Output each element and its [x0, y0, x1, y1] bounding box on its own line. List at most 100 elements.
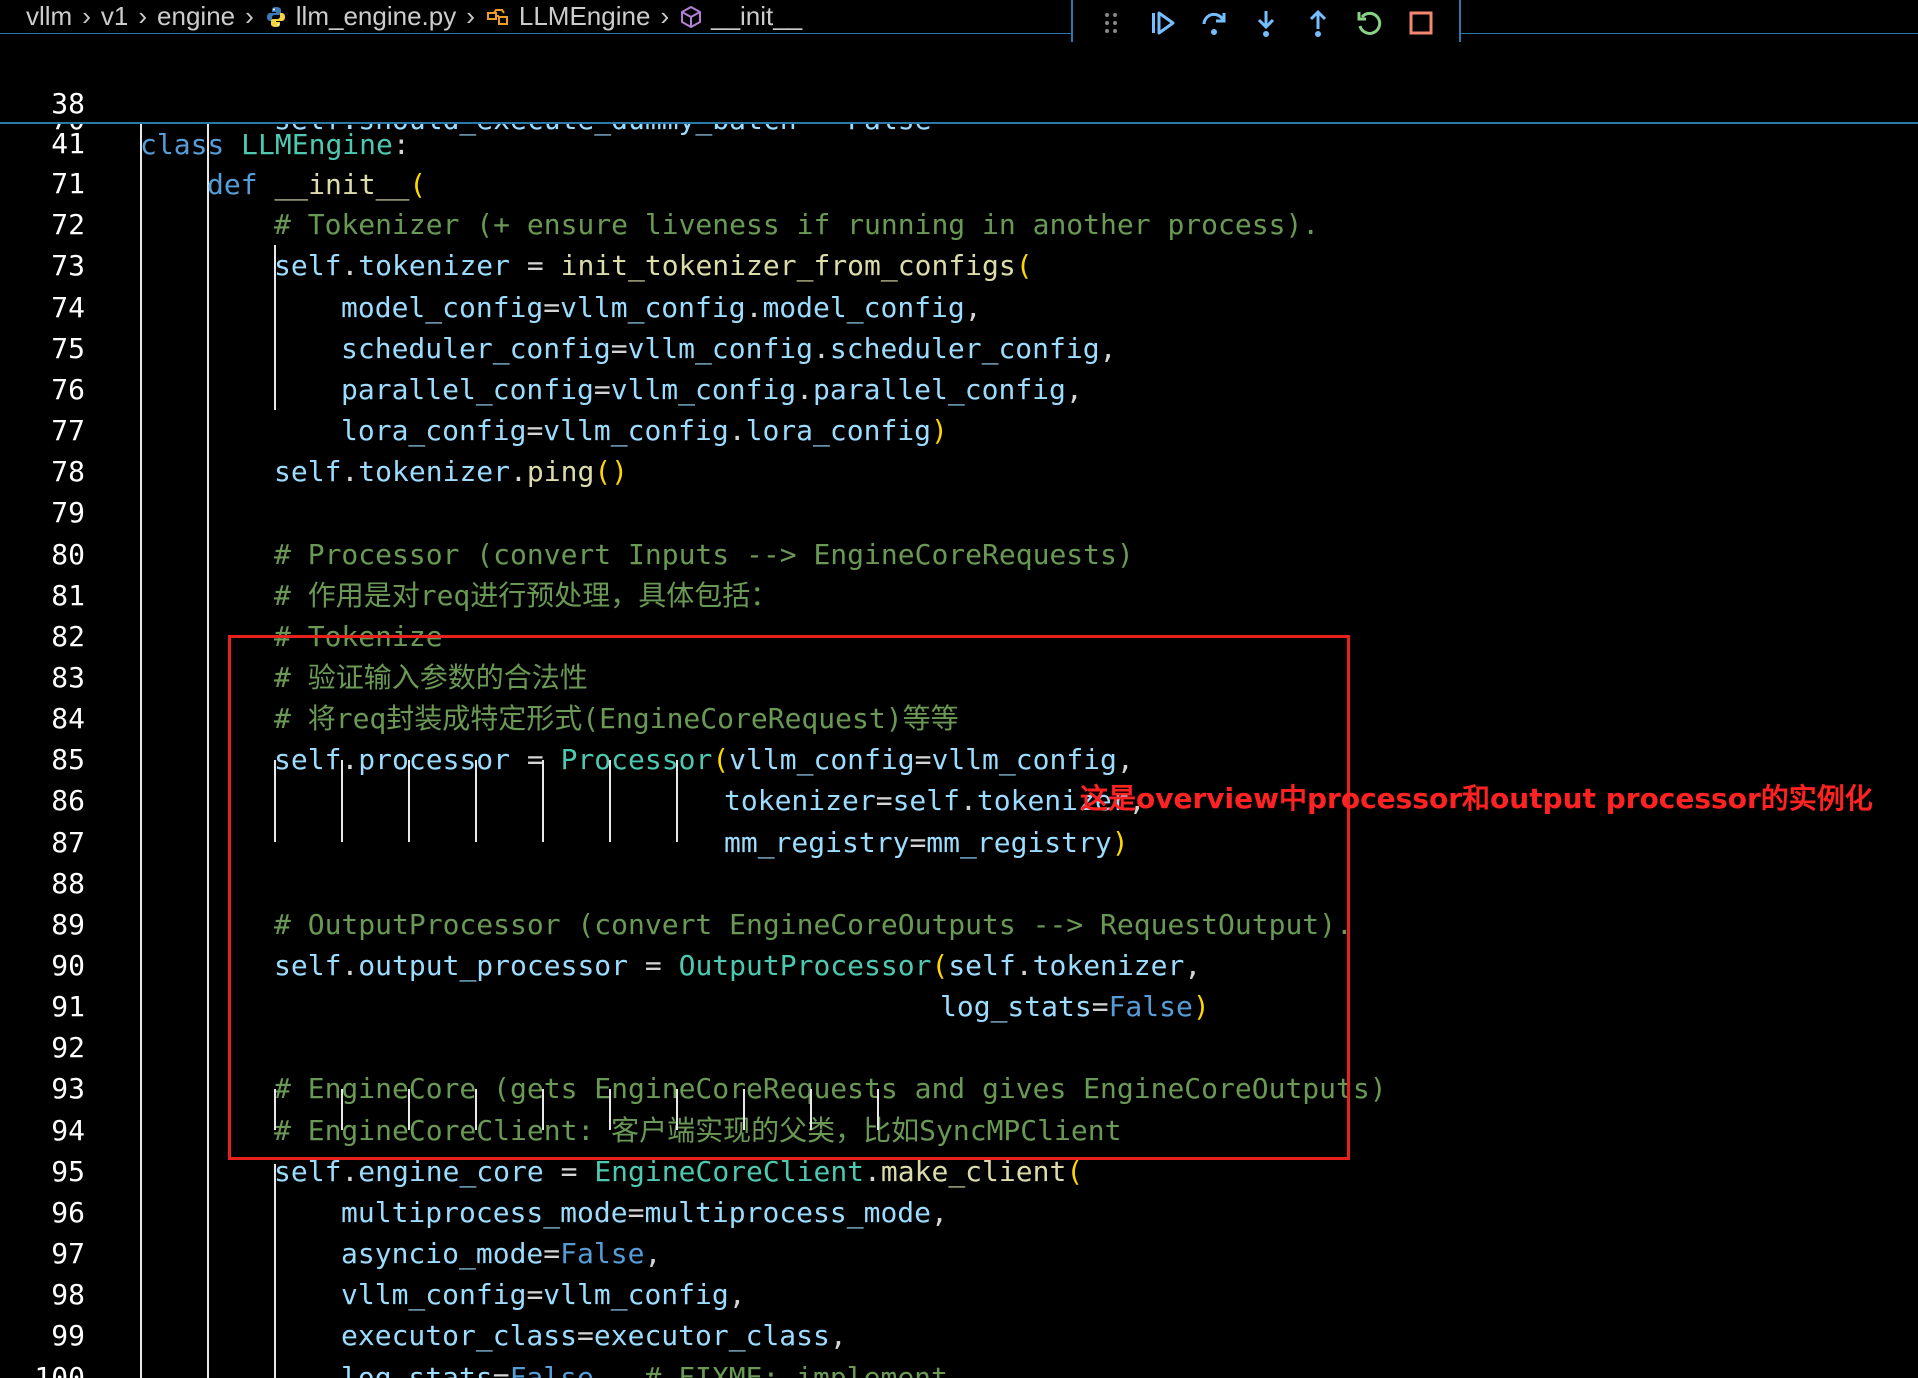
code-line[interactable]: 89 # OutputProcessor (convert EngineCoreO… — [0, 904, 1918, 945]
code-line[interactable]: 78 self.tokenizer.ping() — [0, 451, 1918, 492]
debug-toolbar — [1071, 0, 1461, 48]
code-line[interactable]: 98 vllm_config=vllm_config, — [0, 1274, 1918, 1315]
code-line[interactable]: 85 self.processor = Processor(vllm_config… — [0, 739, 1918, 780]
drag-handle-icon[interactable] — [1094, 6, 1128, 40]
restart-icon[interactable] — [1352, 6, 1386, 40]
code-text: # EngineCoreClient: 客户端实现的父类，比如SyncMPCli… — [274, 1114, 1122, 1147]
line-number: 78 — [51, 455, 85, 488]
code-line[interactable]: 83 # 验证输入参数的合法性 — [0, 657, 1918, 698]
line-number: 80 — [51, 538, 85, 571]
code-text: self.tokenizer.ping() — [274, 455, 629, 488]
code-line[interactable]: 97 asyncio_mode=False, — [0, 1233, 1918, 1274]
breadcrumb-item-vllm[interactable]: vllm — [26, 1, 72, 32]
chevron-right-icon: › — [660, 1, 670, 31]
sticky-scroll-header: 38 class LLMEngine: 41 def __init__( — [0, 42, 1918, 201]
line-number: 75 — [51, 332, 85, 365]
indent-guide — [341, 1089, 343, 1130]
line-number: 81 — [51, 579, 85, 612]
code-text: executor_class=executor_class, — [341, 1319, 847, 1352]
code-line[interactable]: 79 — [0, 492, 1918, 533]
code-line[interactable]: 76 parallel_config=vllm_config.parallel_c… — [0, 369, 1918, 410]
breadcrumb-item-class[interactable]: LLMEngine — [485, 1, 650, 32]
code-line[interactable]: 75 scheduler_config=vllm_config.scheduler… — [0, 328, 1918, 369]
code-text: asyncio_mode=False, — [341, 1237, 662, 1270]
code-line[interactable]: 38 class LLMEngine: — [0, 42, 1918, 161]
code-text: # Tokenizer (+ ensure liveness if runnin… — [274, 208, 1320, 241]
line-number: 73 — [51, 249, 85, 282]
annotation-text: 这是overview中processor和output processor的实例… — [1080, 782, 1873, 815]
code-line[interactable]: 87 mm_registry=mm_registry) — [0, 822, 1918, 863]
code-text: # Processor (convert Inputs --> EngineCo… — [274, 538, 1134, 571]
indent-guide — [743, 1089, 745, 1130]
code-line[interactable]: 93 # EngineCore (gets EngineCoreRequests … — [0, 1068, 1918, 1109]
code-text: log_stats=False) — [940, 990, 1210, 1023]
line-number: 93 — [51, 1072, 85, 1105]
line-number: 94 — [51, 1114, 85, 1147]
code-text: # Tokenize — [274, 620, 443, 653]
code-text: multiprocess_mode=multiprocess_mode, — [341, 1196, 948, 1229]
breadcrumb-item-file[interactable]: llm_engine.py — [264, 1, 456, 32]
continue-icon[interactable] — [1146, 6, 1180, 40]
code-line[interactable]: 77 lora_config=vllm_config.lora_config) — [0, 410, 1918, 451]
code-line[interactable]: 84 # 将req封装成特定形式(EngineCoreRequest)等等 — [0, 698, 1918, 739]
code-text: # 验证输入参数的合法性 — [274, 661, 588, 694]
code-line[interactable]: 100 log_stats=False, # FIXME: implement — [0, 1357, 1918, 1378]
code-line[interactable]: 80 # Processor (convert Inputs --> Engine… — [0, 534, 1918, 575]
code-text: scheduler_config=vllm_config.scheduler_c… — [341, 332, 1117, 365]
indent-guide — [676, 1089, 678, 1130]
indent-guide — [877, 1089, 879, 1130]
code-editor[interactable]: 70self.should_execute_dummy_batch = Fals… — [0, 122, 1918, 1378]
code-line[interactable]: 82 # Tokenize — [0, 616, 1918, 657]
indent-guide — [542, 760, 544, 842]
line-number: 84 — [51, 702, 85, 735]
line-number: 98 — [51, 1278, 85, 1311]
code-text: # EngineCore (gets EngineCoreRequests an… — [274, 1072, 1387, 1105]
code-line[interactable]: 74 model_config=vllm_config.model_config, — [0, 287, 1918, 328]
code-line[interactable]: 73 self.tokenizer = init_tokenizer_from_c… — [0, 245, 1918, 286]
line-number: 92 — [51, 1031, 85, 1064]
code-line[interactable]: 72 # Tokenizer (+ ensure liveness if runn… — [0, 204, 1918, 245]
code-line[interactable]: 95 self.engine_core = EngineCoreClient.ma… — [0, 1151, 1918, 1192]
code-line[interactable]: 88 — [0, 863, 1918, 904]
code-text: vllm_config=vllm_config, — [341, 1278, 746, 1311]
step-out-icon[interactable] — [1301, 6, 1335, 40]
chevron-right-icon: › — [138, 1, 148, 31]
code-line[interactable]: 92 — [0, 1027, 1918, 1068]
indent-guide — [542, 1089, 544, 1130]
code-text: # 作用是对req进行预处理，具体包括： — [274, 579, 779, 612]
breadcrumb-item-v1[interactable]: v1 — [101, 1, 128, 32]
code-line[interactable]: 81 # 作用是对req进行预处理，具体包括： — [0, 575, 1918, 616]
breadcrumb-item-method[interactable]: __init__ — [679, 1, 802, 32]
line-number: 86 — [51, 784, 85, 817]
code-text: # OutputProcessor (convert EngineCoreOut… — [274, 908, 1353, 941]
code-text: self.output_processor = OutputProcessor(… — [274, 949, 1202, 982]
code-text: model_config=vllm_config.model_config, — [341, 291, 982, 324]
indent-guide — [274, 760, 276, 842]
method-cube-icon — [679, 5, 703, 29]
line-number: 41 — [51, 127, 85, 160]
code-line[interactable]: 94 # EngineCoreClient: 客户端实现的父类，比如SyncMPC… — [0, 1110, 1918, 1151]
step-over-icon[interactable] — [1197, 6, 1231, 40]
indent-guide — [609, 1089, 611, 1130]
code-line[interactable]: 41 def __init__( — [0, 82, 1918, 201]
keyword: class — [140, 128, 225, 161]
line-number: 91 — [51, 990, 85, 1023]
line-number: 97 — [51, 1237, 85, 1270]
code-line[interactable]: 90 self.output_processor = OutputProcesso… — [0, 945, 1918, 986]
python-file-icon — [264, 5, 288, 29]
indent-guide — [341, 760, 343, 842]
step-into-icon[interactable] — [1249, 6, 1283, 40]
class-icon — [485, 5, 511, 29]
indent-guide — [475, 760, 477, 842]
breadcrumb-item-engine[interactable]: engine — [157, 1, 235, 32]
line-number: 99 — [51, 1319, 85, 1352]
code-line[interactable]: 96 multiprocess_mode=multiprocess_mode, — [0, 1192, 1918, 1233]
code-text: self.tokenizer = init_tokenizer_from_con… — [274, 249, 1033, 282]
indent-guide — [408, 760, 410, 842]
code-line[interactable]: 91 log_stats=False) — [0, 986, 1918, 1027]
stop-icon[interactable] — [1404, 6, 1438, 40]
code-text: lora_config=vllm_config.lora_config) — [341, 414, 948, 447]
line-number: 79 — [51, 496, 85, 529]
code-line[interactable]: 99 executor_class=executor_class, — [0, 1315, 1918, 1356]
line-number: 87 — [51, 826, 85, 859]
